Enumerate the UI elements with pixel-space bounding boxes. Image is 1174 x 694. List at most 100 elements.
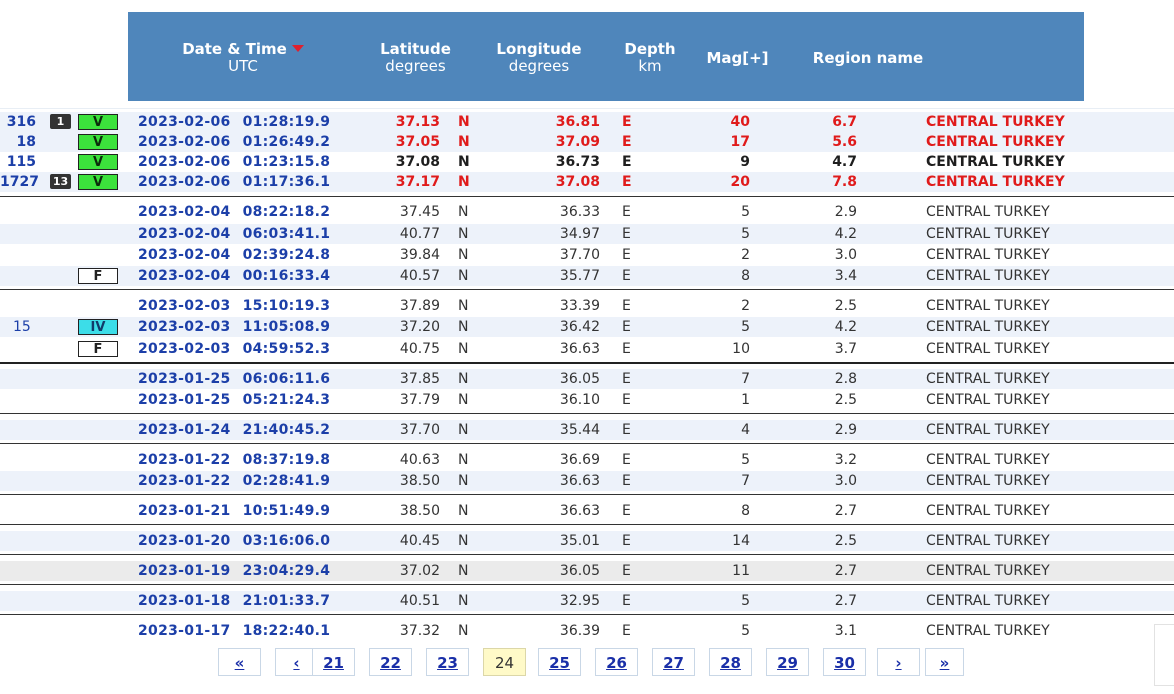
event-datetime-link[interactable]: 2023-02-03 15:10:19.3 bbox=[138, 296, 338, 316]
region-name: CENTRAL TURKEY bbox=[926, 341, 1050, 357]
page-26[interactable]: 26 bbox=[595, 648, 638, 676]
event-datetime-link[interactable]: 2023-02-04 00:16:33.4 bbox=[138, 266, 338, 286]
table-row[interactable]: 2023-01-18 21:01:33.7 40.51 N 32.95 E 5 2.7 CENT… bbox=[0, 591, 1174, 611]
table-row[interactable]: 2023-01-22 08:37:19.8 40.63 N 36.69 E 5 3.2 CENT… bbox=[0, 450, 1174, 470]
table-row[interactable]: 2023-01-17 18:22:40.1 37.32 N 36.39 E 5 3.1 CENT… bbox=[0, 621, 1174, 641]
longitude-value: 36.81 bbox=[555, 114, 600, 130]
event-time: 10:51:49.9 bbox=[242, 503, 331, 519]
event-datetime-link[interactable]: 2023-02-06 01:28:19.9 bbox=[138, 112, 338, 132]
magnitude-value: 2.5 bbox=[834, 298, 857, 314]
event-datetime-link[interactable]: 2023-01-24 21:40:45.2 bbox=[138, 420, 338, 440]
info-badge-icon[interactable]: 13 bbox=[50, 174, 72, 189]
felt-report-count[interactable]: 1727 bbox=[0, 172, 39, 192]
intensity-badge[interactable]: V bbox=[78, 154, 118, 170]
table-row[interactable]: 2023-02-04 08:22:18.2 37.45 N 36.33 E 5 2.9 CENT… bbox=[0, 202, 1174, 222]
table-row[interactable]: 2023-02-04 06:03:41.1 40.77 N 34.97 E 5 4.2 CENT… bbox=[0, 224, 1174, 244]
event-datetime-link[interactable]: 2023-02-03 11:05:08.9 bbox=[138, 317, 338, 337]
table-row[interactable]: 2023-01-25 05:21:24.3 37.79 N 36.10 E 1 2.5 CENT… bbox=[0, 390, 1174, 410]
latitude-hemisphere: N bbox=[458, 371, 469, 387]
event-datetime-link[interactable]: 2023-02-06 01:17:36.1 bbox=[138, 172, 338, 192]
table-row[interactable]: F 2023-02-03 04:59:52.3 40.75 N 36.63 E 10 3.7 CE… bbox=[0, 339, 1174, 359]
table-row[interactable]: 115 V 2023-02-06 01:23:15.8 37.08 N 36.73 E 9 4.7… bbox=[0, 152, 1174, 172]
intensity-badge[interactable]: V bbox=[78, 134, 118, 150]
header-date[interactable]: Date & Time UTC bbox=[168, 41, 318, 75]
event-datetime-link[interactable]: 2023-02-04 02:39:24.8 bbox=[138, 245, 338, 265]
table-row[interactable]: 18 V 2023-02-06 01:26:49.2 37.05 N 37.09 E 17 5.6… bbox=[0, 132, 1174, 152]
table-row[interactable]: 2023-02-04 02:39:24.8 39.84 N 37.70 E 2 3.0 CENT… bbox=[0, 245, 1174, 265]
magnitude-value: 2.8 bbox=[834, 371, 857, 387]
latitude-value: 37.20 bbox=[399, 319, 440, 335]
table-row[interactable]: 2023-01-21 10:51:49.9 38.50 N 36.63 E 8 2.7 CENT… bbox=[0, 501, 1174, 521]
info-badge-icon[interactable]: 1 bbox=[50, 114, 72, 129]
longitude-value: 37.70 bbox=[559, 247, 600, 263]
table-row[interactable]: 15 IV 2023-02-03 11:05:08.9 37.20 N 36.42 E 5 4.2… bbox=[0, 317, 1174, 337]
intensity-badge[interactable]: F bbox=[78, 341, 118, 357]
table-row[interactable]: 2023-01-20 03:16:06.0 40.45 N 35.01 E 14 2.5 CEN… bbox=[0, 531, 1174, 551]
longitude-value: 33.39 bbox=[559, 298, 600, 314]
sort-desc-icon[interactable] bbox=[291, 45, 304, 52]
intensity-badge[interactable]: F bbox=[78, 268, 118, 284]
page-25[interactable]: 25 bbox=[538, 648, 581, 676]
event-datetime-link[interactable]: 2023-02-04 06:03:41.1 bbox=[138, 224, 338, 244]
latitude-hemisphere: N bbox=[458, 154, 470, 170]
felt-report-count[interactable]: 18 bbox=[0, 132, 36, 152]
felt-report-count[interactable]: 115 bbox=[0, 152, 36, 172]
intensity-badge[interactable]: V bbox=[78, 114, 118, 130]
page-23[interactable]: 23 bbox=[426, 648, 469, 676]
page-29[interactable]: 29 bbox=[766, 648, 809, 676]
intensity-badge[interactable]: V bbox=[78, 174, 118, 190]
table-row[interactable]: 316 1 V 2023-02-06 01:28:19.9 37.13 N 36.81 E 40 6… bbox=[0, 112, 1174, 132]
page-22[interactable]: 22 bbox=[369, 648, 412, 676]
event-datetime-link[interactable]: 2023-01-22 02:28:41.9 bbox=[138, 471, 338, 491]
latitude-value: 40.57 bbox=[399, 268, 440, 284]
table-row[interactable]: 2023-01-25 06:06:11.6 37.85 N 36.05 E 7 2.8 CENT… bbox=[0, 369, 1174, 389]
event-datetime-link[interactable]: 2023-01-21 10:51:49.9 bbox=[138, 501, 338, 521]
header-magnitude[interactable]: Mag[+] bbox=[699, 50, 776, 67]
day-separator bbox=[0, 584, 1174, 585]
next-page-button[interactable]: › bbox=[877, 648, 920, 676]
event-datetime-link[interactable]: 2023-01-25 06:06:11.6 bbox=[138, 369, 338, 389]
day-separator bbox=[0, 554, 1174, 555]
latitude-value: 40.51 bbox=[399, 593, 440, 609]
event-datetime-link[interactable]: 2023-02-06 01:23:15.8 bbox=[138, 152, 338, 172]
latitude-hemisphere: N bbox=[458, 226, 469, 242]
longitude-hemisphere: E bbox=[622, 268, 631, 284]
event-datetime-link[interactable]: 2023-01-22 08:37:19.8 bbox=[138, 450, 338, 470]
table-row[interactable]: 2023-01-22 02:28:41.9 38.50 N 36.63 E 7 3.0 CENT… bbox=[0, 471, 1174, 491]
event-date: 2023-02-03 bbox=[138, 341, 231, 357]
first-page-button[interactable]: « bbox=[218, 648, 261, 676]
felt-report-count[interactable]: 316 bbox=[0, 112, 36, 132]
latitude-value: 40.77 bbox=[399, 226, 440, 242]
table-row[interactable]: 2023-02-03 15:10:19.3 37.89 N 33.39 E 2 2.5 CENT… bbox=[0, 296, 1174, 316]
event-datetime-link[interactable]: 2023-02-04 08:22:18.2 bbox=[138, 202, 338, 222]
felt-report-count[interactable]: 15 bbox=[13, 317, 31, 337]
region-name: CENTRAL TURKEY bbox=[926, 533, 1050, 549]
event-datetime-link[interactable]: 2023-01-20 03:16:06.0 bbox=[138, 531, 338, 551]
page-27[interactable]: 27 bbox=[652, 648, 695, 676]
event-date: 2023-01-18 bbox=[138, 593, 231, 609]
table-row[interactable]: 2023-01-24 21:40:45.2 37.70 N 35.44 E 4 2.9 CENT… bbox=[0, 420, 1174, 440]
event-time: 01:17:36.1 bbox=[242, 174, 331, 190]
page-21[interactable]: 21 bbox=[312, 648, 355, 676]
page-28[interactable]: 28 bbox=[709, 648, 752, 676]
day-separator bbox=[0, 494, 1174, 495]
table-row[interactable]: 1727 13 V 2023-02-06 01:17:36.1 37.17 N 37.08 E 2… bbox=[0, 172, 1174, 192]
event-datetime-link[interactable]: 2023-02-06 01:26:49.2 bbox=[138, 132, 338, 152]
longitude-value: 35.44 bbox=[559, 422, 600, 438]
longitude-hemisphere: E bbox=[622, 623, 631, 639]
event-datetime-link[interactable]: 2023-01-17 18:22:40.1 bbox=[138, 621, 338, 641]
event-datetime-link[interactable]: 2023-01-19 23:04:29.4 bbox=[138, 561, 338, 581]
last-page-button[interactable]: » bbox=[925, 648, 964, 676]
table-row[interactable]: F 2023-02-04 00:16:33.4 40.57 N 35.77 E 8 3.4 CEN… bbox=[0, 266, 1174, 286]
magnitude-value: 2.9 bbox=[834, 422, 857, 438]
event-datetime-link[interactable]: 2023-01-18 21:01:33.7 bbox=[138, 591, 338, 611]
event-datetime-link[interactable]: 2023-02-03 04:59:52.3 bbox=[138, 339, 338, 359]
table-row[interactable]: 2023-01-19 23:04:29.4 37.02 N 36.05 E 11 2.7 CEN… bbox=[0, 561, 1174, 581]
region-name: CENTRAL TURKEY bbox=[926, 563, 1050, 579]
intensity-badge[interactable]: IV bbox=[78, 319, 118, 335]
longitude-value: 36.33 bbox=[559, 204, 600, 220]
page-30[interactable]: 30 bbox=[823, 648, 866, 676]
event-datetime-link[interactable]: 2023-01-25 05:21:24.3 bbox=[138, 390, 338, 410]
region-name: CENTRAL TURKEY bbox=[926, 503, 1050, 519]
longitude-hemisphere: E bbox=[622, 114, 632, 130]
